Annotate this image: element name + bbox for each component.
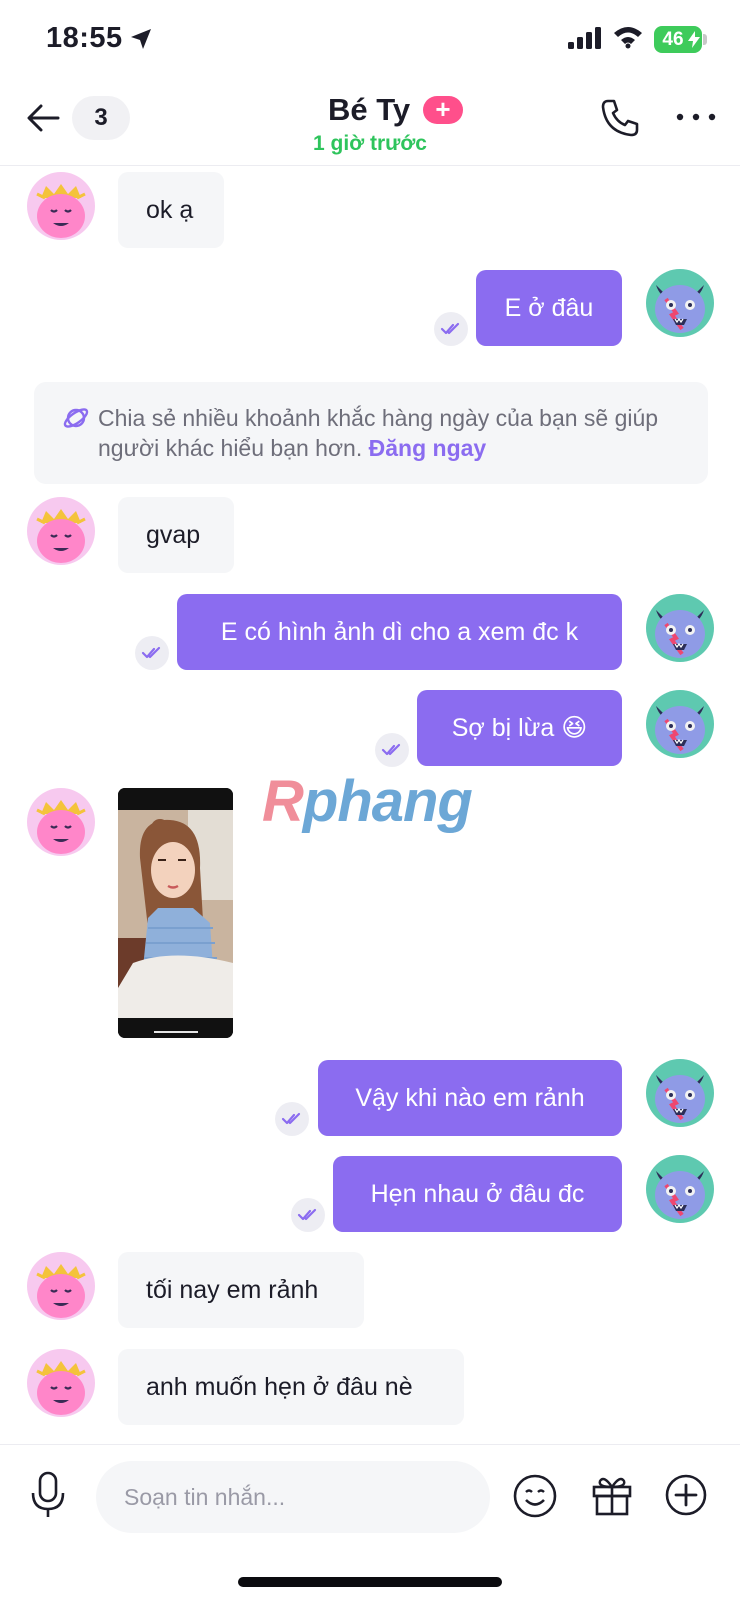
unread-count-badge[interactable]: 3 xyxy=(72,96,130,140)
outgoing-message[interactable]: Vậy khi nào em rảnh xyxy=(318,1060,622,1136)
home-indicator xyxy=(238,1577,502,1587)
battery-level: 46 xyxy=(662,29,684,50)
share-moments-tip: Chia sẻ nhiều khoảnh khắc hàng ngày của … xyxy=(34,382,708,484)
incoming-message[interactable]: ok ạ xyxy=(118,172,224,248)
seen-check-icon xyxy=(291,1198,325,1232)
contact-avatar[interactable] xyxy=(27,497,95,565)
my-avatar[interactable] xyxy=(646,690,714,758)
outgoing-message[interactable]: Sợ bị lừa 😆 xyxy=(417,690,622,766)
plus-circle-icon[interactable] xyxy=(664,1473,708,1517)
arrow-left-icon[interactable] xyxy=(24,98,64,138)
seen-check-icon xyxy=(434,312,468,346)
cellular-signal-icon xyxy=(568,27,601,49)
status-bar: 18:55 46 xyxy=(0,0,740,80)
my-avatar[interactable] xyxy=(646,1155,714,1223)
message-input[interactable] xyxy=(96,1461,490,1533)
my-avatar[interactable] xyxy=(646,269,714,337)
incoming-message[interactable]: anh muốn hẹn ở đâu nè xyxy=(118,1349,464,1425)
battery-icon: 46 xyxy=(654,26,702,53)
status-time: 18:55 xyxy=(46,22,123,54)
watermark-logo: Rphang xyxy=(262,768,473,835)
photo-image xyxy=(118,788,233,1038)
watermark-rest: phang xyxy=(302,769,473,834)
contact-avatar[interactable] xyxy=(27,1349,95,1417)
wifi-icon xyxy=(614,27,642,49)
smiley-icon[interactable] xyxy=(512,1473,558,1519)
microphone-icon[interactable] xyxy=(28,1471,68,1519)
presence-status: 1 giờ trước xyxy=(313,132,427,155)
phone-icon[interactable] xyxy=(598,96,642,140)
my-avatar[interactable] xyxy=(646,594,714,662)
gift-icon[interactable] xyxy=(590,1473,634,1517)
location-arrow-icon xyxy=(131,29,151,49)
incoming-message[interactable]: gvap xyxy=(118,497,234,573)
incoming-message[interactable]: tối nay em rảnh xyxy=(118,1252,364,1328)
post-now-link[interactable]: Đăng ngay xyxy=(369,435,487,461)
contact-avatar[interactable] xyxy=(27,1252,95,1320)
my-avatar[interactable] xyxy=(646,1059,714,1127)
more-horizontal-icon[interactable] xyxy=(674,102,718,132)
planet-icon xyxy=(63,408,89,428)
battery-cap xyxy=(703,34,707,45)
seen-check-icon xyxy=(275,1102,309,1136)
contact-avatar[interactable] xyxy=(27,172,95,240)
chat-header: 3 Bé Ty + 1 giờ trước xyxy=(0,80,740,166)
outgoing-message[interactable]: E ở đâu xyxy=(476,270,622,346)
shared-photo[interactable] xyxy=(118,788,233,1038)
contact-avatar[interactable] xyxy=(27,788,95,856)
outgoing-message[interactable]: Hẹn nhau ở đâu đc xyxy=(333,1156,622,1232)
contact-name[interactable]: Bé Ty xyxy=(328,92,410,128)
seen-check-icon xyxy=(135,636,169,670)
tip-text: Chia sẻ nhiều khoảnh khắc hàng ngày của … xyxy=(98,403,688,463)
outgoing-message[interactable]: E có hình ảnh dì cho a xem đc k xyxy=(177,594,622,670)
seen-check-icon xyxy=(375,733,409,767)
watermark-first-letter: R xyxy=(262,769,304,834)
add-friend-button[interactable]: + xyxy=(423,96,463,124)
